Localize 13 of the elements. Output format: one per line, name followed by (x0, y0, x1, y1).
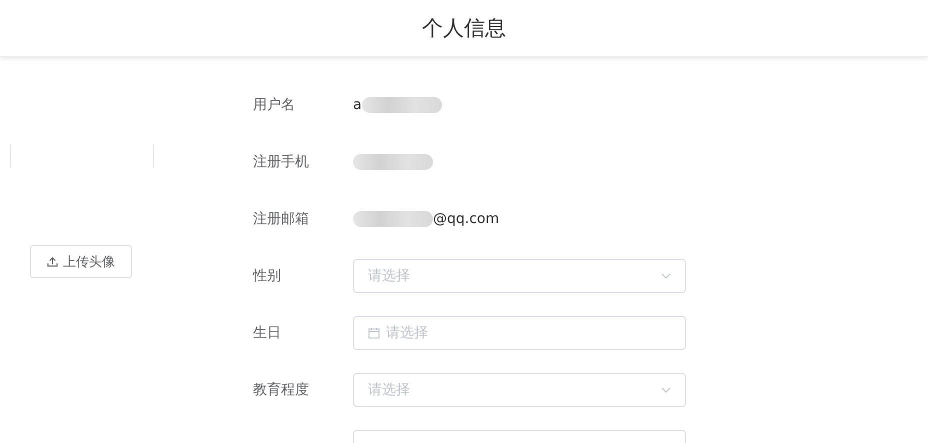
field-label: 注册邮箱 (253, 210, 310, 228)
field-value: a (353, 96, 362, 112)
upload-avatar-button[interactable]: 上传头像 (30, 245, 132, 278)
field-label: 用户名 (253, 96, 296, 114)
select-field[interactable]: 请选择 (353, 372, 686, 406)
page-title: 个人信息 (422, 15, 506, 42)
field-label: 教育程度 (253, 380, 310, 398)
field-label: 生日 (253, 324, 282, 342)
field-value: @qq.com (433, 210, 500, 226)
date-picker-field[interactable]: 请选择 (353, 316, 686, 350)
field-label: 性别 (253, 266, 282, 284)
field-label: 注册手机 (253, 152, 310, 170)
select-field[interactable]: 请选择 (353, 258, 686, 292)
